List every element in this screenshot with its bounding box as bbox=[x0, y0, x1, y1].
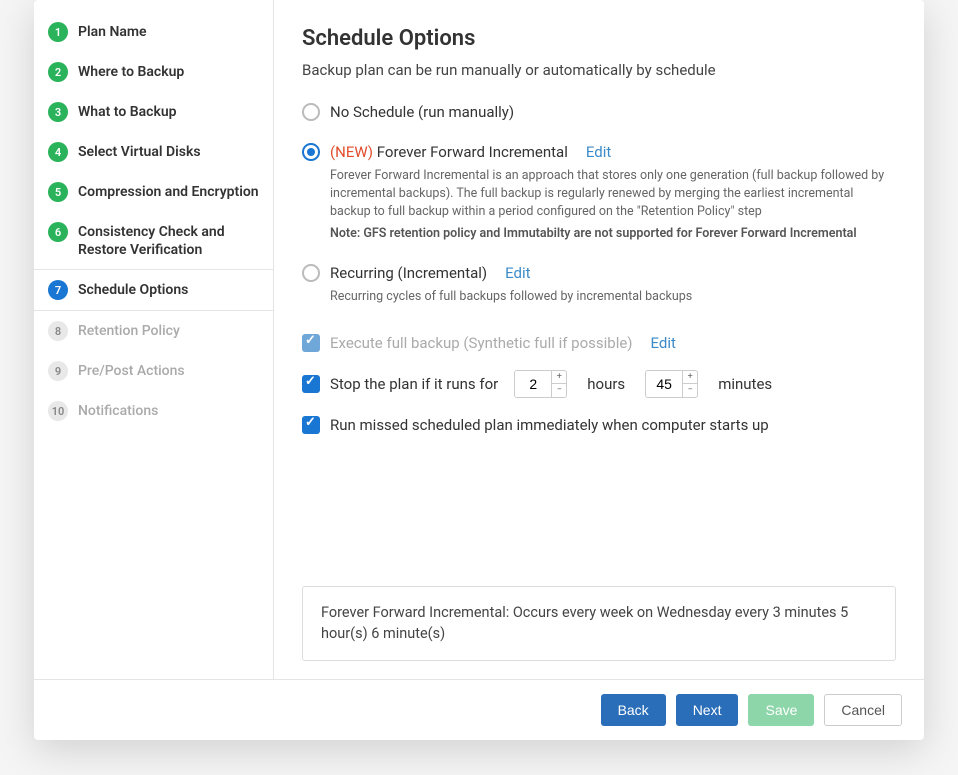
page-subtitle: Backup plan can be run manually or autom… bbox=[302, 61, 896, 79]
step-number: 2 bbox=[48, 62, 68, 82]
ffi-description: Forever Forward Incremental is an approa… bbox=[330, 167, 896, 221]
minutes-unit: minutes bbox=[718, 375, 772, 393]
sidebar-step-virtual-disks[interactable]: 4 Select Virtual Disks bbox=[34, 132, 273, 172]
save-button[interactable]: Save bbox=[748, 694, 814, 726]
hours-input[interactable] bbox=[515, 371, 551, 397]
sidebar-step-retention-policy[interactable]: 8 Retention Policy bbox=[34, 311, 273, 351]
sidebar-step-plan-name[interactable]: 1 Plan Name bbox=[34, 12, 273, 52]
new-tag: (NEW) bbox=[330, 143, 373, 161]
checkbox-label: Run missed scheduled plan immediately wh… bbox=[330, 416, 769, 434]
checkbox-run-missed[interactable] bbox=[302, 416, 320, 434]
sidebar-step-consistency-check[interactable]: 6 Consistency Check and Restore Verifica… bbox=[34, 212, 273, 269]
dialog-footer: Back Next Save Cancel bbox=[34, 679, 924, 740]
wizard-sidebar: 1 Plan Name 2 Where to Backup 3 What to … bbox=[34, 0, 274, 679]
radio-no-schedule: No Schedule (run manually) bbox=[302, 103, 896, 127]
step-number: 8 bbox=[48, 321, 68, 341]
radio-label: (NEW) Forever Forward Incremental bbox=[330, 143, 568, 161]
sidebar-step-schedule-options[interactable]: 7 Schedule Options bbox=[34, 269, 274, 311]
step-label: Schedule Options bbox=[78, 280, 188, 299]
sidebar-step-compression-encryption[interactable]: 5 Compression and Encryption bbox=[34, 172, 273, 212]
step-label: Pre/Post Actions bbox=[78, 361, 185, 380]
radio-recurring: Recurring (Incremental) Edit Recurring c… bbox=[302, 264, 896, 310]
step-number: 7 bbox=[48, 280, 68, 300]
hours-unit: hours bbox=[587, 375, 625, 393]
radio-label: Recurring (Incremental) bbox=[330, 264, 487, 282]
schedule-summary: Forever Forward Incremental: Occurs ever… bbox=[302, 586, 896, 661]
checkbox-label: Stop the plan if it runs for bbox=[330, 375, 498, 393]
radio-no-schedule-input[interactable] bbox=[302, 103, 320, 121]
sidebar-step-what-to-backup[interactable]: 3 What to Backup bbox=[34, 92, 273, 132]
sidebar-step-where-to-backup[interactable]: 2 Where to Backup bbox=[34, 52, 273, 92]
step-number: 1 bbox=[48, 22, 68, 42]
step-label: Plan Name bbox=[78, 22, 147, 41]
checkbox-stop-plan-row: Stop the plan if it runs for + − hours +… bbox=[302, 370, 896, 398]
step-label: Select Virtual Disks bbox=[78, 142, 201, 161]
step-label: Where to Backup bbox=[78, 62, 184, 81]
edit-exec-full-link[interactable]: Edit bbox=[651, 334, 676, 352]
page-title: Schedule Options bbox=[302, 26, 896, 51]
minutes-up-button[interactable]: + bbox=[683, 371, 697, 384]
wizard-dialog: 1 Plan Name 2 Where to Backup 3 What to … bbox=[34, 0, 924, 740]
step-number: 4 bbox=[48, 142, 68, 162]
recurring-description: Recurring cycles of full backups followe… bbox=[330, 288, 896, 306]
step-number: 10 bbox=[48, 401, 68, 421]
step-label: Notifications bbox=[78, 401, 158, 420]
radio-recurring-input[interactable] bbox=[302, 264, 320, 282]
edit-ffi-link[interactable]: Edit bbox=[586, 143, 611, 161]
step-number: 6 bbox=[48, 222, 68, 242]
hours-spinner: + − bbox=[514, 370, 567, 398]
sidebar-step-notifications[interactable]: 10 Notifications bbox=[34, 391, 273, 431]
minutes-spinner: + − bbox=[645, 370, 698, 398]
step-number: 5 bbox=[48, 182, 68, 202]
step-label: What to Backup bbox=[78, 102, 177, 121]
back-button[interactable]: Back bbox=[601, 694, 666, 726]
step-number: 3 bbox=[48, 102, 68, 122]
step-number: 9 bbox=[48, 361, 68, 381]
ffi-label-text: Forever Forward Incremental bbox=[377, 143, 568, 161]
radio-forever-forward: (NEW) Forever Forward Incremental Edit F… bbox=[302, 143, 896, 248]
step-label: Retention Policy bbox=[78, 321, 180, 340]
checkbox-exec-full bbox=[302, 334, 320, 352]
radio-forever-forward-input[interactable] bbox=[302, 143, 320, 161]
next-button[interactable]: Next bbox=[676, 694, 739, 726]
checkbox-label: Execute full backup (Synthetic full if p… bbox=[330, 334, 633, 352]
hours-up-button[interactable]: + bbox=[552, 371, 566, 384]
edit-recurring-link[interactable]: Edit bbox=[505, 264, 530, 282]
radio-label: No Schedule (run manually) bbox=[330, 103, 514, 121]
checkbox-exec-full-row: Execute full backup (Synthetic full if p… bbox=[302, 334, 896, 352]
dialog-body: 1 Plan Name 2 Where to Backup 3 What to … bbox=[34, 0, 924, 679]
minutes-input[interactable] bbox=[646, 371, 682, 397]
checkbox-run-missed-row: Run missed scheduled plan immediately wh… bbox=[302, 416, 896, 434]
sidebar-step-pre-post-actions[interactable]: 9 Pre/Post Actions bbox=[34, 351, 273, 391]
step-label: Compression and Encryption bbox=[78, 182, 259, 201]
minutes-down-button[interactable]: − bbox=[683, 384, 697, 397]
main-panel: Schedule Options Backup plan can be run … bbox=[274, 0, 924, 679]
step-label: Consistency Check and Restore Verificati… bbox=[78, 222, 259, 259]
checkbox-stop-plan[interactable] bbox=[302, 375, 320, 393]
cancel-button[interactable]: Cancel bbox=[824, 694, 902, 726]
hours-down-button[interactable]: − bbox=[552, 384, 566, 397]
ffi-note: Note: GFS retention policy and Immutabil… bbox=[330, 225, 896, 243]
